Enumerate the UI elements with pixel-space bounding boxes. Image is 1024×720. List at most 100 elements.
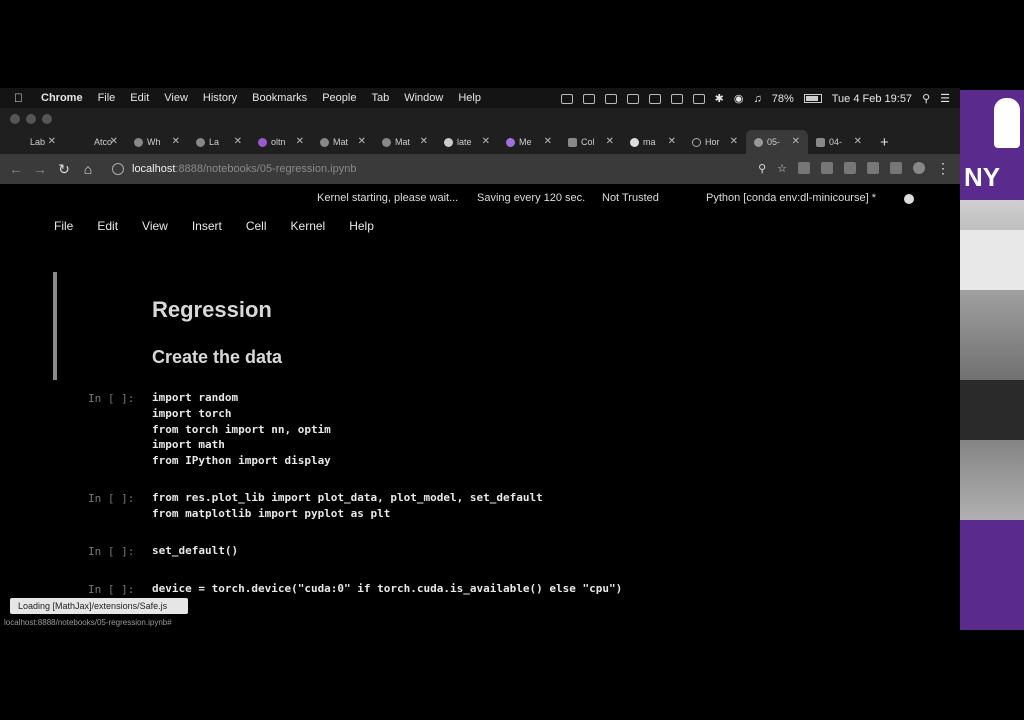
bookmark-star-icon[interactable]: ☆ <box>777 162 787 175</box>
menu-window[interactable]: Window <box>404 92 443 104</box>
code-cell[interactable]: import random import torch from torch im… <box>152 390 331 469</box>
browser-tab[interactable]: Wh ✕ <box>126 130 188 154</box>
site-info-icon[interactable] <box>112 163 124 175</box>
zoom-icon[interactable]: ⚲ <box>758 162 766 175</box>
wifi-icon[interactable]: ◉ <box>734 92 744 105</box>
tab-favicon-icon <box>134 137 143 147</box>
menu-people[interactable]: People <box>322 92 356 104</box>
nyu-torch-logo-icon <box>994 98 1020 148</box>
new-tab-button[interactable]: + <box>880 134 889 151</box>
menu-edit[interactable]: Edit <box>130 92 149 104</box>
classroom-wall <box>960 230 1024 290</box>
close-tab-icon[interactable]: ✕ <box>296 136 304 147</box>
menu-tab[interactable]: Tab <box>371 92 389 104</box>
code-cell[interactable]: set_default() <box>152 543 238 559</box>
close-tab-icon[interactable]: ✕ <box>482 136 490 147</box>
home-icon[interactable]: ⌂ <box>76 161 100 177</box>
tab-favicon-icon <box>630 137 639 147</box>
menu-bookmarks[interactable]: Bookmarks <box>252 92 307 104</box>
browser-tab[interactable]: Mat ✕ <box>312 130 374 154</box>
extension-icon[interactable] <box>890 162 902 174</box>
trust-button[interactable]: Not Trusted <box>602 192 659 204</box>
extension-icon[interactable] <box>821 162 833 174</box>
browser-tab[interactable]: La ✕ <box>188 130 250 154</box>
markdown-heading-2[interactable]: Create the data <box>152 347 282 368</box>
status-app-icon[interactable] <box>582 93 595 104</box>
extension-icon[interactable] <box>844 162 856 174</box>
nb-menu-help[interactable]: Help <box>349 219 374 233</box>
menu-chrome[interactable]: Chrome <box>41 92 83 104</box>
zoom-window-icon[interactable] <box>42 114 52 124</box>
status-app-icon[interactable] <box>604 93 617 104</box>
clock[interactable]: Tue 4 Feb 19:57 <box>832 93 912 105</box>
extension-icon[interactable] <box>798 162 810 174</box>
close-tab-icon[interactable]: ✕ <box>172 136 180 147</box>
spotlight-icon[interactable]: ⚲ <box>922 92 930 105</box>
control-center-icon[interactable]: ☰ <box>940 92 950 105</box>
notebook-menu: File Edit View Insert Cell Kernel Help <box>54 219 398 233</box>
browser-tab[interactable]: Col ✕ <box>560 130 622 154</box>
time-machine-icon[interactable] <box>692 93 705 104</box>
menu-file[interactable]: File <box>98 92 116 104</box>
browser-tab[interactable]: late ✕ <box>436 130 498 154</box>
browser-tab[interactable]: Mat ✕ <box>374 130 436 154</box>
battery-icon[interactable] <box>803 94 822 103</box>
profile-avatar[interactable] <box>913 162 925 174</box>
status-app-icon[interactable] <box>626 93 639 104</box>
close-tab-icon[interactable]: ✕ <box>234 136 242 147</box>
reload-icon[interactable]: ↻ <box>52 161 76 178</box>
nyu-logo-text: NY <box>964 162 1001 192</box>
nb-menu-file[interactable]: File <box>54 219 73 233</box>
close-tab-icon[interactable]: ✕ <box>544 136 552 147</box>
close-tab-icon[interactable]: ✕ <box>606 136 614 147</box>
status-app-icon[interactable] <box>648 93 661 104</box>
browser-tab[interactable]: Me ✕ <box>498 130 560 154</box>
status-app-icon[interactable] <box>560 93 573 104</box>
menu-view[interactable]: View <box>164 92 188 104</box>
nb-menu-cell[interactable]: Cell <box>246 219 267 233</box>
close-tab-icon[interactable]: ✕ <box>668 136 676 147</box>
browser-tab[interactable]: 04- ✕ <box>808 130 870 154</box>
kernel-name[interactable]: Python [conda env:dl-minicourse] * <box>706 192 876 204</box>
nb-menu-kernel[interactable]: Kernel <box>291 219 326 233</box>
back-arrow-icon[interactable]: ← <box>4 161 28 177</box>
browser-tab-active[interactable]: 05- ✕ <box>746 130 808 154</box>
browser-tab[interactable]: Lab ✕ <box>0 130 64 154</box>
nb-menu-edit[interactable]: Edit <box>97 219 118 233</box>
minimize-window-icon[interactable] <box>26 114 36 124</box>
close-window-icon[interactable] <box>10 114 20 124</box>
close-tab-icon[interactable]: ✕ <box>420 136 428 147</box>
tab-favicon-icon <box>196 137 205 147</box>
code-cell[interactable]: from res.plot_lib import plot_data, plot… <box>152 490 543 522</box>
close-tab-icon[interactable]: ✕ <box>48 136 56 147</box>
browser-tab[interactable]: ma ✕ <box>622 130 684 154</box>
address-bar[interactable]: localhost:8888/notebooks/05-regression.i… <box>112 163 356 175</box>
more-menu-icon[interactable]: ⋮ <box>936 161 950 175</box>
menu-history[interactable]: History <box>203 92 237 104</box>
selected-cell-indicator <box>53 272 57 380</box>
markdown-heading-1[interactable]: Regression <box>152 297 272 323</box>
close-tab-icon[interactable]: ✕ <box>730 136 738 147</box>
tab-favicon-icon <box>754 137 763 147</box>
nb-menu-view[interactable]: View <box>142 219 168 233</box>
code-cell[interactable]: device = torch.device("cuda:0" if torch.… <box>152 581 622 597</box>
forward-arrow-icon[interactable]: → <box>28 161 52 177</box>
extension-icon[interactable] <box>867 162 879 174</box>
close-tab-icon[interactable]: ✕ <box>792 136 800 147</box>
battery-percent[interactable]: 78% <box>772 93 794 105</box>
status-app-icon[interactable] <box>670 93 683 104</box>
browser-tab[interactable]: Atco ✕ <box>64 130 126 154</box>
browser-tab[interactable]: Hor ✕ <box>684 130 746 154</box>
kernel-indicator-icon <box>904 194 914 204</box>
close-tab-icon[interactable]: ✕ <box>358 136 366 147</box>
close-tab-icon[interactable]: ✕ <box>854 136 862 147</box>
volume-icon[interactable]: ♫ <box>753 93 761 105</box>
menu-help[interactable]: Help <box>458 92 481 104</box>
tab-favicon-icon <box>382 137 391 147</box>
nb-menu-insert[interactable]: Insert <box>192 219 222 233</box>
close-tab-icon[interactable]: ✕ <box>110 136 118 147</box>
apple-icon[interactable]:  <box>14 91 23 105</box>
bluetooth-icon[interactable]: ✱ <box>715 92 724 105</box>
cell-prompt: In [ ]: <box>88 392 135 405</box>
browser-tab[interactable]: oltn ✕ <box>250 130 312 154</box>
